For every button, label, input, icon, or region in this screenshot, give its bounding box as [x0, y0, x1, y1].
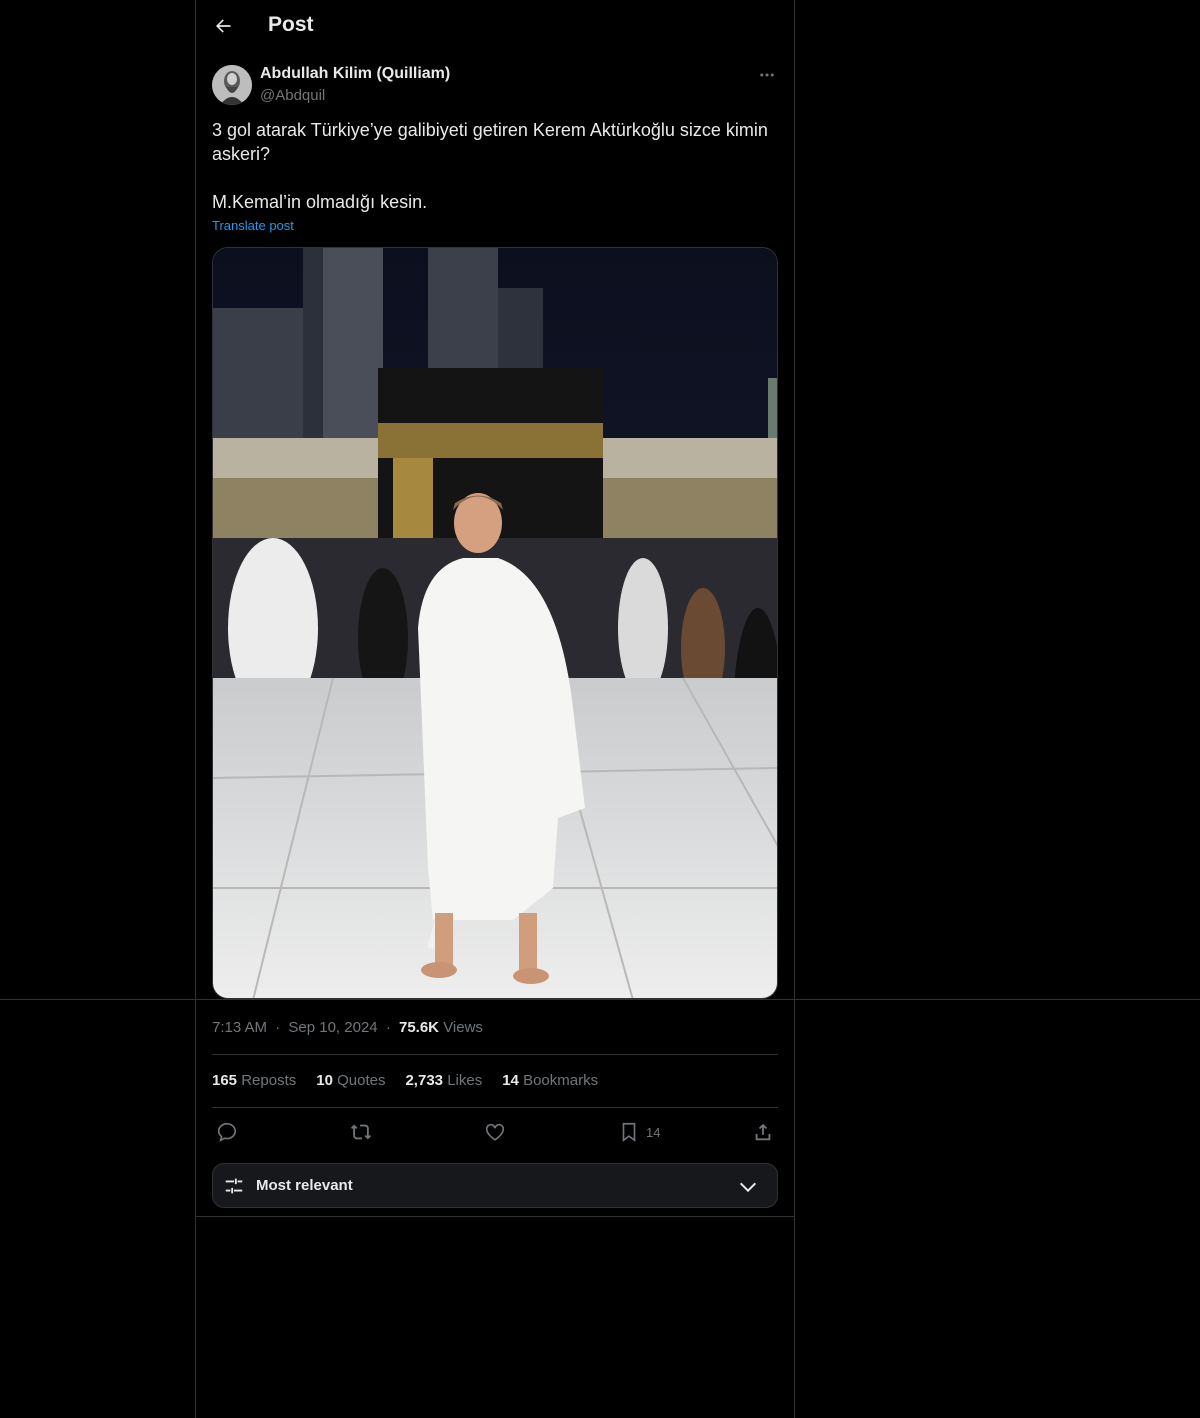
photo-kaaba-man-in-ihram [213, 248, 777, 998]
post-meta: 7:13 AM · Sep 10, 2024 · 75.6K Views [212, 1019, 483, 1036]
like-button[interactable] [484, 1120, 506, 1144]
sort-replies-dropdown[interactable]: Most relevant [212, 1163, 778, 1208]
reply-button[interactable] [216, 1120, 238, 1144]
author-name[interactable]: Abdullah Kilim (Quilliam) [260, 65, 450, 83]
post-paragraph: 3 gol atarak Türkiye’ye galibiyeti getir… [212, 120, 768, 164]
share-icon [755, 1123, 771, 1141]
horizontal-divider [0, 999, 1200, 1000]
views-count: 75.6K [398, 1019, 440, 1036]
action-bar: 14 [212, 1116, 778, 1148]
post-text: 3 gol atarak Türkiye’ye galibiyeti getir… [212, 118, 778, 214]
share-button[interactable] [752, 1120, 774, 1144]
bookmark-count: 14 [646, 1124, 661, 1140]
post-image[interactable] [212, 247, 778, 999]
portrait-image [212, 65, 252, 105]
post-column: Post Abdullah Kilim (Quilliam) @Abdquil … [195, 0, 795, 1418]
arrow-left-icon [216, 19, 231, 33]
meta-separator: · [385, 1019, 391, 1036]
horizontal-divider [195, 1216, 795, 1217]
page-title: Post [268, 13, 314, 36]
divider [212, 1054, 778, 1055]
meta-separator: · [275, 1019, 281, 1036]
likes-stat[interactable]: 2,733 Likes [405, 1072, 482, 1089]
more-button[interactable] [756, 64, 778, 86]
reposts-stat[interactable]: 165 Reposts [212, 1072, 296, 1089]
author-handle[interactable]: @Abdquil [260, 87, 325, 104]
post-stats: 165 Reposts 10 Quotes 2,733 Likes 14 Boo… [212, 1072, 598, 1089]
back-button[interactable] [212, 15, 234, 37]
divider [212, 1107, 778, 1108]
sort-label: Most relevant [256, 1177, 353, 1194]
repost-button[interactable] [350, 1120, 372, 1144]
more-horizontal-icon [760, 73, 774, 77]
bookmark-button[interactable]: 14 [618, 1120, 660, 1144]
bookmarks-stat[interactable]: 14 Bookmarks [502, 1072, 598, 1089]
reply-icon [217, 1122, 237, 1142]
heart-icon [485, 1123, 505, 1141]
page-header: Post [196, 0, 794, 54]
avatar[interactable] [212, 65, 252, 105]
repost-icon [350, 1124, 372, 1140]
chevron-down-icon [739, 1182, 757, 1193]
views-label: Views [443, 1019, 483, 1036]
post-date[interactable]: Sep 10, 2024 [288, 1019, 377, 1036]
post-time[interactable]: 7:13 AM [212, 1019, 267, 1036]
quotes-stat[interactable]: 10 Quotes [316, 1072, 385, 1089]
translate-link[interactable]: Translate post [212, 218, 294, 233]
sliders-icon [225, 1178, 243, 1194]
bookmark-icon [622, 1122, 636, 1142]
post-paragraph: M.Kemal’in olmadığı kesin. [212, 192, 428, 212]
